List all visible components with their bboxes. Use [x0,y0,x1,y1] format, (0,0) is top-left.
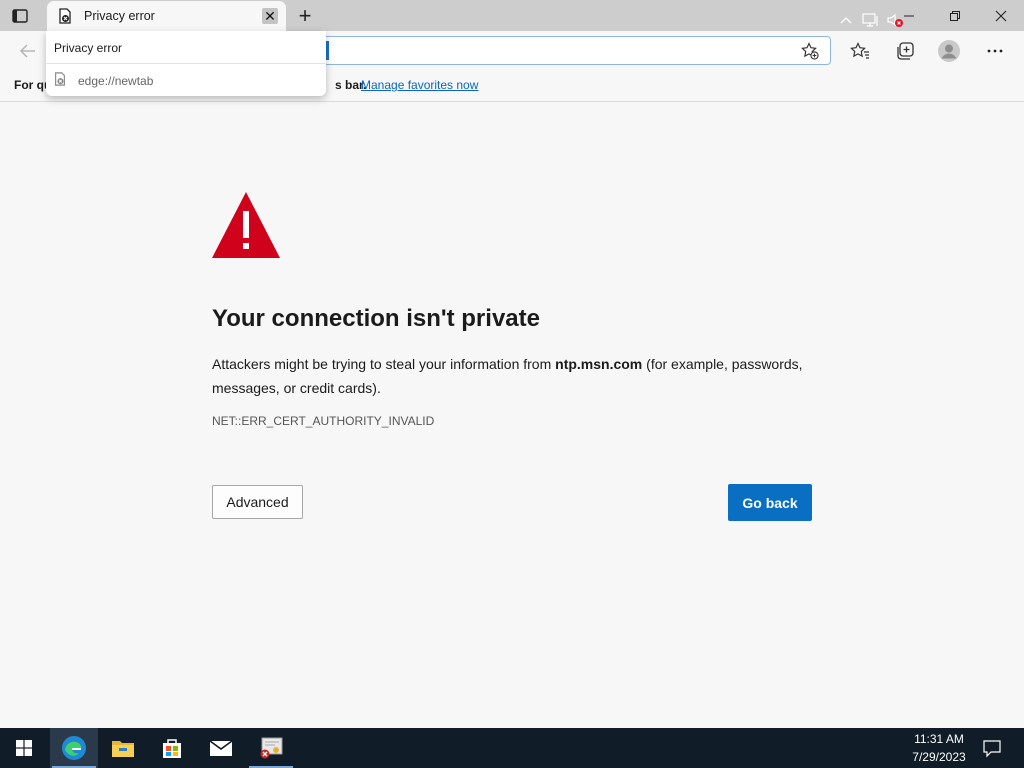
page-error-icon [53,72,67,86]
go-back-button[interactable]: Go back [728,484,812,521]
taskbar-certificate-app[interactable] [247,728,295,768]
collections-button[interactable] [893,39,917,63]
error-domain: ntp.msn.com [555,356,643,372]
clock-time[interactable]: 11:31 AM [906,732,972,746]
collections-icon [897,42,914,60]
hover-card-title: Privacy error [54,41,123,55]
tab-privacy-error[interactable]: Privacy error ✕ [47,1,286,31]
store-icon [163,739,181,758]
taskbar-store[interactable] [148,728,196,768]
hover-card-url: edge://newtab [78,74,154,88]
avatar-icon [938,40,960,62]
divider [46,63,326,64]
start-button[interactable] [0,728,48,768]
new-tab-button[interactable]: + [294,5,316,27]
edge-icon [62,736,86,760]
profile-button[interactable] [937,39,961,63]
favorites-button[interactable] [848,39,872,63]
error-description: Attackers might be trying to steal your … [212,352,812,400]
restore-icon [950,10,960,21]
mail-icon [209,740,233,756]
file-explorer-icon [112,741,134,757]
tab-close-button[interactable]: ✕ [262,8,278,24]
tab-actions-icon[interactable] [11,7,29,25]
warning-triangle-icon [211,191,281,259]
notification-center-icon[interactable] [982,738,1002,758]
taskbar-edge[interactable] [50,728,98,768]
certificate-app-icon [260,737,283,759]
windows-start-icon [16,740,32,756]
taskbar [0,728,1024,768]
window-close-button[interactable] [978,0,1024,31]
taskbar-mail[interactable] [197,728,245,768]
error-code[interactable]: NET::ERR_CERT_AUTHORITY_INVALID [212,414,434,428]
clock-date[interactable]: 7/29/2023 [906,750,972,764]
settings-more-button[interactable] [983,39,1007,63]
restore-button[interactable] [932,0,978,31]
tab-hover-card: Privacy error edge://newtab [46,31,326,96]
taskbar-file-explorer[interactable] [99,728,147,768]
manage-favorites-link[interactable]: Manage favorites now [361,78,478,92]
advanced-button[interactable]: Advanced [212,485,303,519]
add-favorite-icon[interactable] [801,42,819,60]
page-error-icon [57,8,73,24]
tab-title: Privacy error [84,9,155,23]
ellipsis-icon [987,49,1003,53]
volume-muted-icon[interactable] [886,12,904,28]
network-icon[interactable] [862,12,880,28]
plus-icon: + [298,3,312,28]
favorites-icon [850,42,869,59]
close-icon [995,10,1007,21]
close-icon: ✕ [264,8,276,24]
show-hidden-icons-chevron-icon[interactable] [838,12,854,28]
error-description-start: Attackers might be trying to steal your … [212,356,556,372]
error-heading: Your connection isn't private [212,305,540,332]
address-bar[interactable] [322,36,831,65]
back-button[interactable] [15,39,41,63]
arrow-left-icon [19,44,35,58]
minimize-icon [904,15,914,16]
